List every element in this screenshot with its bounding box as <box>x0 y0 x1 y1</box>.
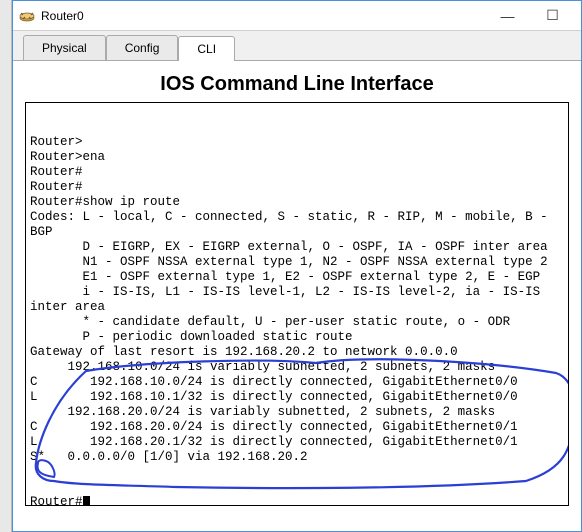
terminal-line: C 192.168.20.0/24 is directly connected,… <box>30 420 564 435</box>
terminal-line: inter area <box>30 300 564 315</box>
window-title: Router0 <box>41 9 485 23</box>
terminal-line: Router> <box>30 135 564 150</box>
terminal-line: P - periodic downloaded static route <box>30 330 564 345</box>
terminal-line: N1 - OSPF NSSA external type 1, N2 - OSP… <box>30 255 564 270</box>
terminal-line: D - EIGRP, EX - EIGRP external, O - OSPF… <box>30 240 564 255</box>
tab-physical[interactable]: Physical <box>23 35 106 60</box>
terminal-line: L 192.168.20.1/32 is directly connected,… <box>30 435 564 450</box>
terminal-line: 192.168.10.0/24 is variably subnetted, 2… <box>30 360 564 375</box>
terminal-cursor <box>83 496 90 506</box>
terminal-line: C 192.168.10.0/24 is directly connected,… <box>30 375 564 390</box>
terminal-line: Router>ena <box>30 150 564 165</box>
terminal-prompt: Router# <box>30 495 83 506</box>
minimize-button[interactable]: — <box>485 2 530 30</box>
left-gutter <box>0 0 12 532</box>
terminal-line: Router#show ip route <box>30 195 564 210</box>
terminal-line: BGP <box>30 225 564 240</box>
terminal-line: L 192.168.10.1/32 is directly connected,… <box>30 390 564 405</box>
router-icon <box>19 8 35 24</box>
app-window: Router0 — ☐ Physical Config CLI IOS Comm… <box>12 0 582 532</box>
terminal-line: i - IS-IS, L1 - IS-IS level-1, L2 - IS-I… <box>30 285 564 300</box>
window-controls: — ☐ <box>485 2 575 30</box>
title-bar: Router0 — ☐ <box>13 1 581 31</box>
cli-panel: IOS Command Line Interface Router>Router… <box>13 61 581 510</box>
terminal-line: Router# <box>30 180 564 195</box>
maximize-button[interactable]: ☐ <box>530 2 575 30</box>
terminal-line: * - candidate default, U - per-user stat… <box>30 315 564 330</box>
tab-cli[interactable]: CLI <box>178 36 235 61</box>
terminal-line: Codes: L - local, C - connected, S - sta… <box>30 210 564 225</box>
tab-config[interactable]: Config <box>106 35 179 60</box>
terminal-line: E1 - OSPF external type 1, E2 - OSPF ext… <box>30 270 564 285</box>
tab-bar: Physical Config CLI <box>13 31 581 61</box>
terminal-line: 192.168.20.0/24 is variably subnetted, 2… <box>30 405 564 420</box>
terminal-output[interactable]: Router>Router>enaRouter#Router#Router#sh… <box>25 102 569 506</box>
terminal-line: Router# <box>30 165 564 180</box>
terminal-line: Gateway of last resort is 192.168.20.2 t… <box>30 345 564 360</box>
terminal-line: S* 0.0.0.0/0 [1/0] via 192.168.20.2 <box>30 450 564 465</box>
cli-heading: IOS Command Line Interface <box>25 73 569 96</box>
